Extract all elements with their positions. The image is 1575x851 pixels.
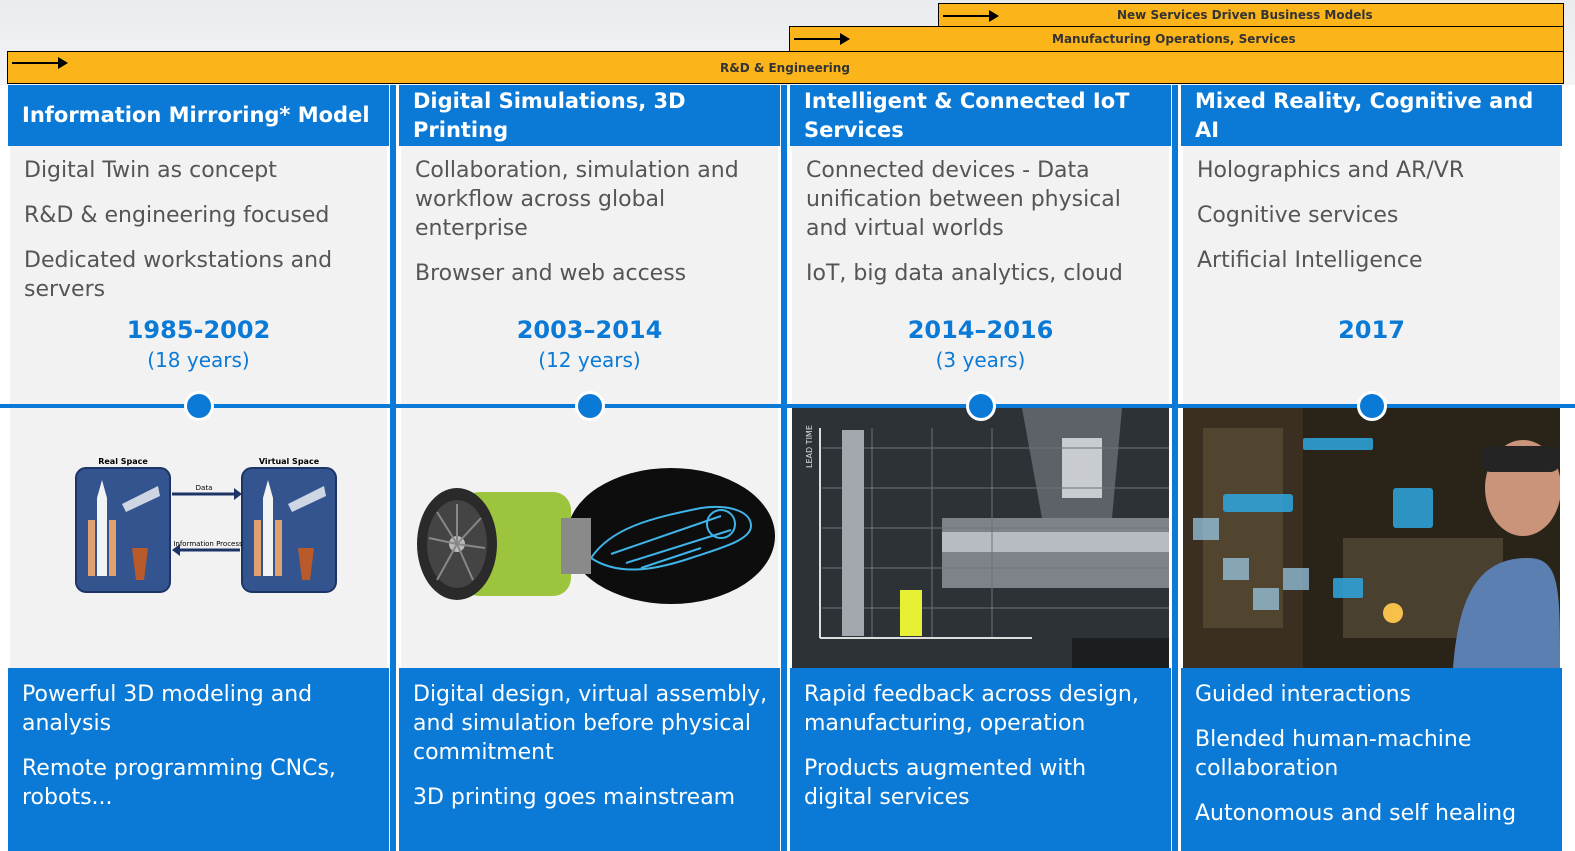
- jet-engine-figure: [417, 468, 775, 604]
- timeline-dot: [575, 391, 605, 421]
- era-points: Digital Twin as concept R&D & engineerin…: [24, 156, 379, 320]
- era-points: Holographics and AR/VR Cognitive service…: [1197, 156, 1552, 291]
- era-point: IoT, big data analytics, cloud: [806, 261, 1123, 286]
- column-separator: [1172, 85, 1178, 851]
- data-label: Data: [196, 484, 213, 492]
- era-impact-point: Guided interactions: [1195, 682, 1412, 707]
- era-figure-panel: [401, 408, 778, 668]
- era-column-3: Intelligent & Connected IoT Services Con…: [790, 85, 1171, 851]
- real-space-label: Real Space: [98, 457, 148, 466]
- era-point: Collaboration, simulation and workflow a…: [415, 158, 739, 241]
- arrow-right-icon: [794, 33, 850, 45]
- era-duration: (3 years): [935, 348, 1026, 372]
- era-summary-panel: Collaboration, simulation and workflow a…: [401, 146, 778, 406]
- phase-bar-label: New Services Driven Business Models: [1117, 8, 1373, 22]
- era-point: Cognitive services: [1197, 203, 1399, 228]
- era-impact-panel: Powerful 3D modeling and analysis Remote…: [8, 668, 389, 851]
- era-title: Intelligent & Connected IoT Services: [790, 85, 1171, 146]
- timeline-dot: [184, 391, 214, 421]
- era-point: Artificial Intelligence: [1197, 248, 1423, 273]
- phase-bar-manufacturing: Manufacturing Operations, Services: [789, 26, 1564, 52]
- era-figure-panel: [1183, 408, 1560, 668]
- era-title: Information Mirroring* Model: [8, 85, 389, 146]
- era-point: Connected devices - Data unification bet…: [806, 158, 1121, 241]
- era-point: Dedicated workstations and servers: [24, 248, 333, 302]
- era-impact-point: Blended human-machine collaboration: [1195, 727, 1472, 781]
- era-title: Mixed Reality, Cognitive and AI: [1181, 85, 1562, 146]
- era-impact-point: Remote programming CNCs, robots...: [22, 756, 336, 810]
- era-summary-panel: Connected devices - Data unification bet…: [792, 146, 1169, 406]
- era-impact-panel: Rapid feedback across design, manufactur…: [790, 668, 1171, 851]
- lead-time-axis-label: LEAD TIME: [805, 425, 814, 468]
- era-summary-panel: Holographics and AR/VR Cognitive service…: [1183, 146, 1560, 406]
- arrow-right-icon: [943, 10, 999, 22]
- era-title: Digital Simulations, 3D Printing: [399, 85, 780, 146]
- phase-bar-rnd: R&D & Engineering: [7, 51, 1564, 84]
- era-point: Holographics and AR/VR: [1197, 158, 1465, 183]
- arrow-right-icon: [12, 57, 68, 69]
- era-impact-points: Powerful 3D modeling and analysis Remote…: [22, 680, 377, 828]
- era-year-range: 2017: [1338, 316, 1405, 344]
- era-impact-points: Digital design, virtual assembly, and si…: [413, 680, 768, 828]
- era-impact-point: Rapid feedback across design, manufactur…: [804, 682, 1139, 736]
- era-column-1: Information Mirroring* Model Digital Twi…: [8, 85, 389, 851]
- digital-twin-diagram: Real Space Virtual Space Data Informatio…: [75, 457, 337, 593]
- era-year-range: 2014–2016: [907, 316, 1054, 344]
- era-duration: (12 years): [538, 348, 641, 372]
- era-impact-point: Products augmented with digital services: [804, 756, 1087, 810]
- hololens-photo: [1183, 408, 1560, 668]
- era-impact-point: Autonomous and self healing: [1195, 801, 1517, 826]
- jet-engine-icon: [417, 488, 591, 600]
- era-impact-point: 3D printing goes mainstream: [413, 785, 736, 810]
- era-impact-point: Digital design, virtual assembly, and si…: [413, 682, 768, 765]
- cnc-machine-photo: LEAD TIME: [792, 408, 1169, 668]
- phase-bar-new-services: New Services Driven Business Models: [938, 3, 1564, 27]
- era-point: Browser and web access: [415, 261, 687, 286]
- era-duration: (18 years): [147, 348, 250, 372]
- era-impact-points: Rapid feedback across design, manufactur…: [804, 680, 1159, 828]
- era-column-2: Digital Simulations, 3D Printing Collabo…: [399, 85, 780, 851]
- era-figure-panel: LEAD TIME: [792, 408, 1169, 668]
- era-impact-panel: Digital design, virtual assembly, and si…: [399, 668, 780, 851]
- era-impact-point: Powerful 3D modeling and analysis: [22, 682, 313, 736]
- era-year-range: 2003–2014: [516, 316, 663, 344]
- info-process-label: Information Process: [173, 540, 243, 548]
- timeline-dot: [966, 391, 996, 421]
- era-summary-panel: Digital Twin as concept R&D & engineerin…: [10, 146, 387, 406]
- phase-bar-label: R&D & Engineering: [720, 60, 850, 75]
- era-point: R&D & engineering focused: [24, 203, 330, 228]
- era-column-4: Mixed Reality, Cognitive and AI Holograp…: [1181, 85, 1562, 851]
- column-separator: [390, 85, 396, 851]
- column-separator: [781, 85, 787, 851]
- timeline-line: [0, 391, 1575, 421]
- era-points: Connected devices - Data unification bet…: [806, 156, 1161, 304]
- era-points: Collaboration, simulation and workflow a…: [415, 156, 770, 304]
- phase-bar-label: Manufacturing Operations, Services: [1052, 32, 1296, 46]
- era-point: Digital Twin as concept: [24, 158, 277, 183]
- era-impact-panel: Guided interactions Blended human-machin…: [1181, 668, 1562, 851]
- virtual-space-label: Virtual Space: [259, 457, 320, 466]
- timeline-dot: [1357, 391, 1387, 421]
- era-impact-points: Guided interactions Blended human-machin…: [1195, 680, 1550, 844]
- era-year-range: 1985-2002: [126, 316, 271, 344]
- era-figure-panel: Real Space Virtual Space Data Informatio…: [10, 408, 387, 668]
